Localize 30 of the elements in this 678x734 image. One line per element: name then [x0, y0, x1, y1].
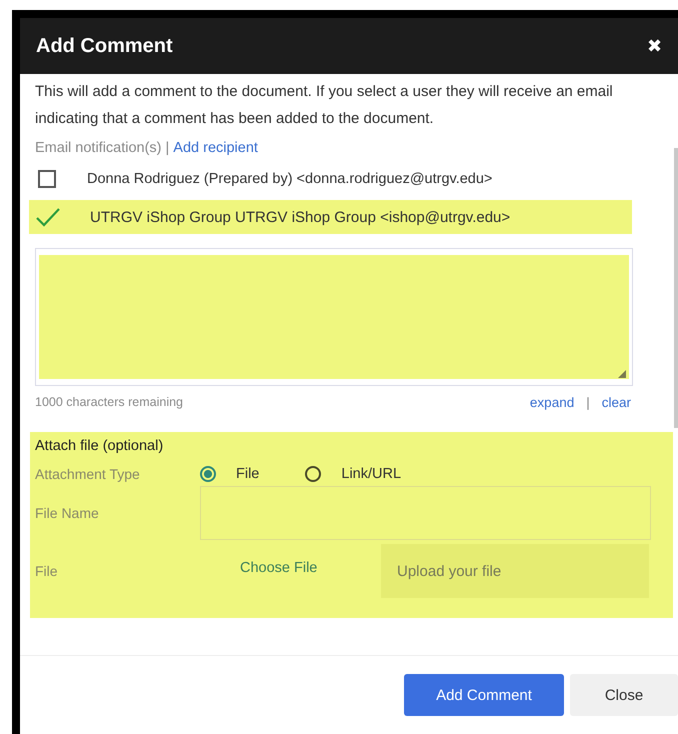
notification-label: Email notification(s) — [35, 140, 162, 156]
radio-button[interactable] — [305, 466, 322, 482]
section-heading: Attach file (optional) — [35, 438, 164, 454]
checkmark-icon[interactable] — [35, 206, 61, 228]
description-text: This will add a comment to the document. If you select a user they will receive an email indicating that a comment has been added to the document. — [35, 82, 614, 129]
text-link[interactable]: expand — [530, 395, 574, 410]
recipient-label: Donna Rodriguez (Prepared by) <donna.rodriguez@utrgv.edu> — [87, 171, 492, 187]
radio-label: Link/URL — [341, 466, 402, 482]
separator: | — [166, 140, 170, 156]
characters-remaining: 1000 characters remaining — [35, 395, 183, 410]
resize-grip-icon[interactable] — [618, 370, 626, 378]
add-comment-button[interactable]: Add Comment — [404, 674, 564, 716]
radio-button[interactable] — [200, 466, 216, 482]
field-label: File Name — [35, 505, 100, 521]
text-link[interactable]: clear — [602, 395, 631, 410]
comment-field[interactable] — [35, 248, 633, 386]
field-label: File — [35, 563, 59, 579]
choose-file-button[interactable]: Choose File — [200, 544, 381, 598]
checkbox[interactable] — [38, 170, 56, 188]
upload-field[interactable]: Upload your file — [381, 544, 649, 598]
radio-label: File — [236, 466, 260, 482]
add-recipient-link[interactable]: Add recipient — [173, 140, 258, 156]
close-button[interactable]: ✖ — [647, 35, 662, 57]
separator: | — [586, 395, 590, 410]
dialog-title: Add Comment — [36, 34, 173, 58]
scrollbar[interactable] — [674, 148, 678, 428]
recipient-label: UTRGV iShop Group UTRGV iShop Group <ishop@utrgv.edu> — [90, 208, 510, 226]
file-name-field[interactable] — [200, 486, 651, 540]
field-label: Attachment Type — [35, 466, 141, 482]
close-button[interactable]: Close — [570, 674, 678, 716]
